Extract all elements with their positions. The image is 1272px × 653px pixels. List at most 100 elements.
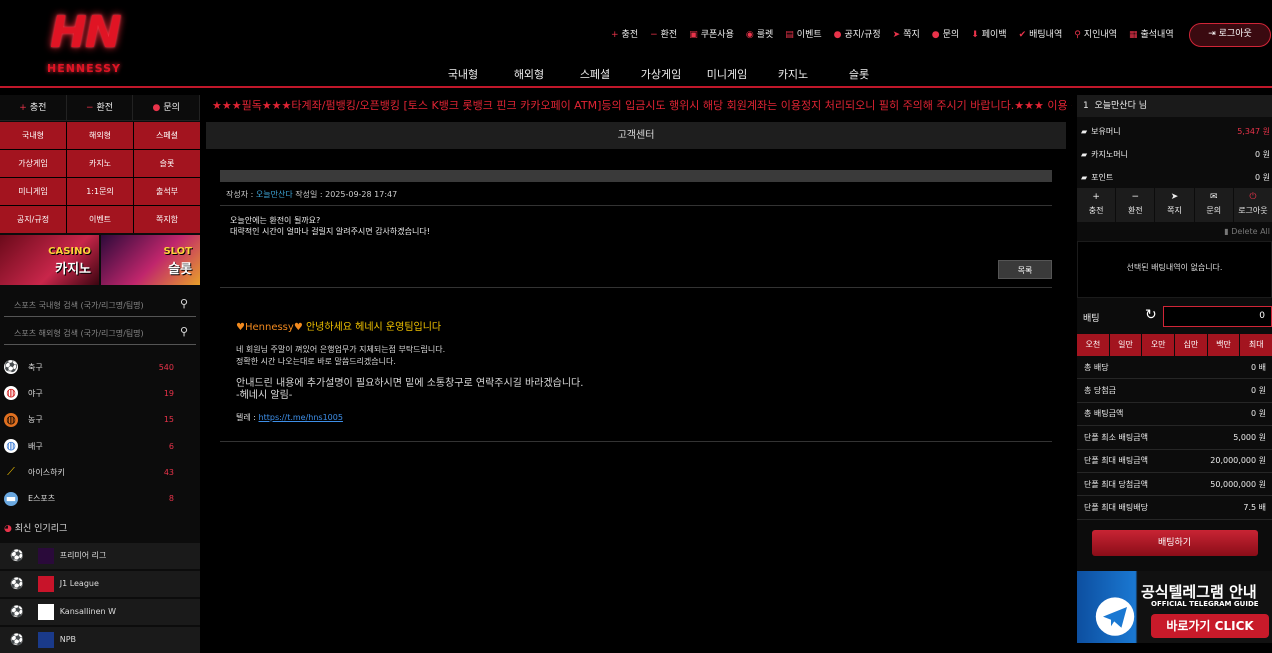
topnav-item[interactable]: ▦ 출석내역 (1129, 27, 1174, 43)
topnav-label: 페이백 (981, 30, 1007, 40)
point-icon: ▰ (1081, 173, 1088, 182)
mainnav-item[interactable]: 가상게임 (628, 66, 694, 82)
menu-grid-item[interactable]: 1:1문의 (67, 178, 133, 205)
league-item[interactable]: ⚽ 프리미어 리그 (0, 542, 200, 569)
left-sidebar: + 충전 − 환전 ● 문의 국내형 해외형 스페셜 가상게임 카지노 슬롯 미니게임 1:1문의 출석부… (0, 95, 201, 653)
topnav-item[interactable]: ✔ 배팅내역 (1019, 27, 1063, 43)
menu-grid-item[interactable]: 이벤트 (67, 206, 133, 233)
topnav-item[interactable]: + 충전 (611, 27, 638, 43)
league-item[interactable]: ⚽ Kansallinen W (0, 598, 200, 625)
delete-all-label: Delete All (1231, 227, 1270, 236)
topnav-item[interactable]: ● 공지/규정 (834, 27, 881, 43)
stat-row: 단폴 최대 당첨금액 50,000,000 원 (1077, 473, 1272, 497)
telegram-banner[interactable]: 공식텔레그램 안내 OFFICIAL TELEGRAM GUIDE 바로가기 C… (1077, 571, 1272, 643)
stat-label: 총 당첨금 (1084, 386, 1116, 396)
bet-amount-input[interactable]: 0 (1163, 306, 1272, 327)
menu-grid: 국내형 해외형 스페셜가상게임 카지노 슬롯미니게임 1:1문의 출석부공지/규정 이벤트 쪽지… (0, 122, 200, 233)
answer-main-line: 안내드린 내용에 추가설명이 필요하시면 밑에 소통창구로 연락주시길 바라겠습… (236, 378, 584, 389)
account-button-label: 로그아웃 (1238, 206, 1268, 215)
domestic-search-input[interactable] (4, 294, 164, 317)
soccer-icon: ⚽ (10, 577, 24, 591)
sport-item[interactable]: ◍ 배구 6 (0, 433, 200, 459)
quick-button[interactable]: ● 문의 (133, 95, 201, 120)
mainnav-item[interactable]: 해외형 (496, 66, 562, 82)
search-icon[interactable]: ⚲ (180, 325, 188, 338)
minus-icon: − (1131, 192, 1140, 202)
hockey-icon: ⟋ (7, 465, 15, 479)
sport-item[interactable]: ⟋ 아이스하키 43 (0, 459, 200, 485)
notice-icon: ● (833, 30, 842, 40)
mainnav-item[interactable]: 미니게임 (694, 66, 760, 82)
logo-text: HENNESSY (47, 62, 121, 75)
coupon-icon: ▣ (689, 30, 698, 40)
topnav-item[interactable]: ▤ 이벤트 (785, 27, 821, 43)
quick-button[interactable]: − 환전 (67, 95, 134, 120)
delete-all-button[interactable]: ▮ Delete All (1077, 227, 1272, 239)
account-button[interactable]: − 환전 (1116, 188, 1155, 222)
divider (220, 287, 1052, 288)
menu-grid-item[interactable]: 미니게임 (0, 178, 66, 205)
telegram-cta: 바로가기 CLICK (1151, 614, 1269, 638)
sport-item[interactable]: ⚽ 축구 540 (0, 354, 200, 380)
slot-banner-en: SLOT (163, 246, 192, 257)
quick-button[interactable]: + 충전 (0, 95, 67, 120)
stat-label: 단폴 최대 배팅금액 (1084, 456, 1148, 466)
account-button[interactable]: ➤ 쪽지 (1155, 188, 1194, 222)
menu-grid-item[interactable]: 가상게임 (0, 150, 66, 177)
menu-grid-item[interactable]: 카지노 (67, 150, 133, 177)
topnav-item[interactable]: ➤ 쪽지 (893, 27, 920, 43)
amount-buttons: 오천 일만 오만 십만 백만 최대 (1077, 334, 1272, 356)
topnav-item[interactable]: ● 문의 (932, 27, 959, 43)
search-icon[interactable]: ⚲ (180, 297, 188, 310)
account-button[interactable]: ⏻ 로그아웃 (1233, 188, 1272, 222)
bet-button[interactable]: 배팅하기 (1091, 529, 1258, 556)
logout-button[interactable]: ⇥ 로그아웃 (1189, 23, 1271, 47)
menu-grid-item[interactable]: 스페셜 (134, 122, 200, 149)
sport-label: 아이스하키 (28, 467, 65, 477)
answer-signature: -헤네시 알림- (236, 390, 293, 401)
topnav-item[interactable]: − 환전 (650, 27, 677, 43)
menu-grid-item[interactable]: 슬롯 (134, 150, 200, 177)
menu-grid-item[interactable]: 쪽지함 (134, 206, 200, 233)
amount-button[interactable]: 백만 (1207, 334, 1240, 356)
sport-item[interactable]: ▬ E스포츠 8 (0, 485, 200, 511)
user-level: 1 (1083, 101, 1089, 111)
sport-item[interactable]: ◍ 야구 19 (0, 380, 200, 406)
refresh-icon[interactable]: ↻ (1145, 307, 1157, 323)
amount-button[interactable]: 오천 (1077, 334, 1109, 356)
amount-button[interactable]: 십만 (1175, 334, 1207, 356)
amount-button[interactable]: 최대 (1240, 334, 1272, 356)
minus-icon: − (85, 103, 94, 113)
slot-banner[interactable]: SLOT 슬롯 (101, 235, 200, 285)
telegram-link[interactable]: https://t.me/hns1005 (259, 413, 343, 422)
answer-line: 정확한 시간 나오는대로 바로 말씀드리겠습니다. (236, 357, 396, 366)
account-button[interactable]: ✉ 문의 (1194, 188, 1233, 222)
topnav-item[interactable]: ▣ 쿠폰사용 (689, 27, 734, 43)
casino-money-icon: ▰ (1081, 150, 1088, 159)
topnav-item[interactable]: ⬇ 페이백 (971, 27, 1006, 43)
topnav-item[interactable]: ⚲ 지인내역 (1074, 27, 1117, 43)
topnav-item[interactable]: ◉ 룰렛 (746, 27, 773, 43)
league-item[interactable]: ⚽ J1 League (0, 570, 200, 597)
sport-item[interactable]: ◍ 농구 15 (0, 407, 200, 433)
account-button[interactable]: + 충전 (1077, 188, 1116, 222)
list-button[interactable]: 목록 (998, 260, 1052, 279)
amount-button[interactable]: 일만 (1109, 334, 1142, 356)
sport-label: 야구 (28, 388, 43, 398)
mainnav-item[interactable]: 국내형 (430, 66, 496, 82)
mainnav-item[interactable]: 스페셜 (562, 66, 628, 82)
slot-banner-ko: 슬롯 (168, 262, 192, 277)
menu-grid-item[interactable]: 해외형 (67, 122, 133, 149)
popular-leagues-title: ◕ 최신 인기리그 (0, 517, 200, 541)
mainnav-item[interactable]: 슬롯 (826, 66, 892, 82)
overseas-search-input[interactable] (4, 322, 164, 345)
telegram-label: 텔레 : (236, 413, 256, 422)
casino-banner[interactable]: CASINO 카지노 (0, 235, 99, 285)
league-item[interactable]: ⚽ NPB (0, 626, 200, 653)
logo[interactable]: HN HENNESSY (44, 8, 128, 78)
menu-grid-item[interactable]: 공지/규정 (0, 206, 66, 233)
menu-grid-item[interactable]: 출석부 (134, 178, 200, 205)
mainnav-item[interactable]: 카지노 (760, 66, 826, 82)
menu-grid-item[interactable]: 국내형 (0, 122, 66, 149)
amount-button[interactable]: 오만 (1142, 334, 1175, 356)
